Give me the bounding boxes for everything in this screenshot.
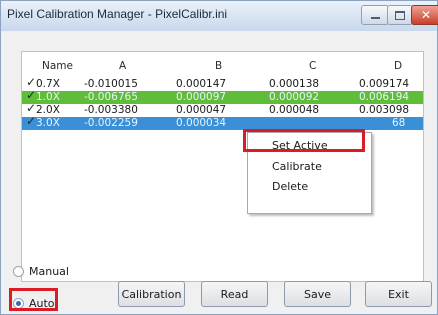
manual-radio[interactable]: Manual [13,265,69,278]
cell-c: 0.000138 [269,78,320,90]
check-icon: ✓ [26,75,37,89]
set-active-highlight [243,129,365,152]
calibration-button[interactable]: Calibration [118,281,185,307]
cell-c: 0.000048 [269,104,320,116]
column-header-a[interactable]: A [119,60,126,72]
calibration-manager-window: Pixel Calibration Manager - PixelCalibr.… [0,0,438,315]
auto-highlight [9,288,58,311]
list-header: Name A B C D [22,60,423,74]
cell-d: 0.006194 [359,91,410,103]
cell-b: 0.000097 [176,91,227,103]
save-button[interactable]: Save [284,281,351,307]
client-area: Name A B C D ✓ 0.7X -0.010015 0.000147 0… [7,32,432,311]
menu-item-calibrate[interactable]: Calibrate [272,160,322,173]
row-name: 2.0X [36,104,60,116]
maximize-icon [395,10,405,20]
read-button[interactable]: Read [201,281,268,307]
exit-button[interactable]: Exit [365,281,432,307]
close-button[interactable]: ✕ [411,5,438,25]
row-name: 3.0X [36,117,60,129]
check-icon: ✓ [26,114,37,128]
manual-label: Manual [29,265,69,278]
cell-a: -0.006765 [84,91,138,103]
table-row[interactable]: ✓ 0.7X -0.010015 0.000147 0.000138 0.009… [22,75,423,91]
row-name: 1.0X [36,91,60,103]
table-row[interactable]: ✓ 1.0X -0.006765 0.000097 0.000092 0.006… [22,88,423,104]
window-title: Pixel Calibration Manager - PixelCalibr.… [7,7,228,21]
cell-c: 0.000092 [269,91,320,103]
minimize-icon [370,17,380,19]
cell-d: 0.009174 [359,78,410,90]
cell-d: 0.003098 [359,104,410,116]
cell-a: -0.003380 [84,104,138,116]
column-header-c[interactable]: C [309,60,316,72]
cell-a: -0.002259 [84,117,138,129]
check-icon: ✓ [26,88,37,102]
minimize-button[interactable] [361,5,389,25]
menu-item-delete[interactable]: Delete [272,180,308,193]
title-bar[interactable]: Pixel Calibration Manager - PixelCalibr.… [1,1,438,31]
maximize-button[interactable] [387,5,413,25]
column-header-b[interactable]: B [215,60,222,72]
cell-d: 68 [392,117,406,129]
column-header-name[interactable]: Name [42,60,73,72]
check-icon: ✓ [26,101,37,115]
cell-b: 0.000034 [176,117,227,129]
cell-b: 0.000147 [176,78,227,90]
table-row[interactable]: ✓ 2.0X -0.003380 0.000047 0.000048 0.003… [22,101,423,117]
cell-a: -0.010015 [84,78,138,90]
column-header-d[interactable]: D [394,60,402,72]
row-name: 0.7X [36,78,60,90]
cell-b: 0.000047 [176,104,227,116]
close-icon: ✕ [420,8,432,22]
radio-unselected-icon [13,266,24,277]
